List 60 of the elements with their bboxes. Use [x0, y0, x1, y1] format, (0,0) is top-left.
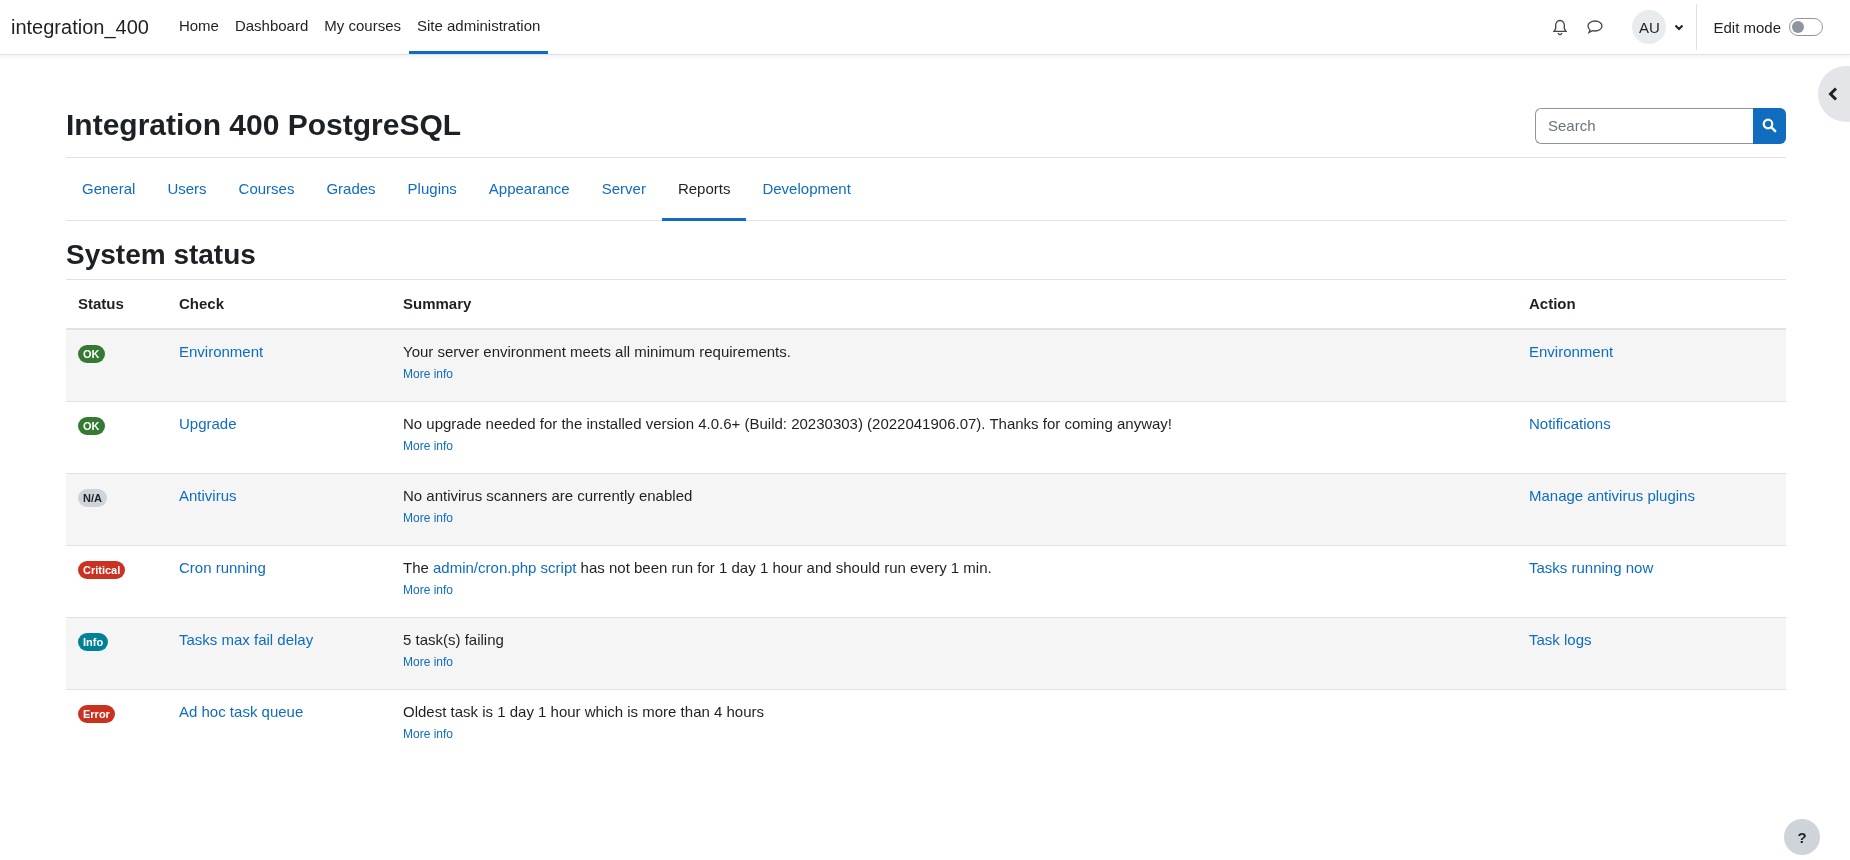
- nav-link[interactable]: Dashboard: [226, 0, 317, 54]
- edit-mode-label: Edit mode: [1713, 18, 1781, 36]
- summary-text: The admin/cron.php script has not been run for 1 day 1 hour and should run every 1 min.: [403, 558, 993, 576]
- tab[interactable]: Courses: [222, 158, 311, 221]
- user-avatar[interactable]: AU: [1632, 10, 1667, 44]
- check-link[interactable]: Antivirus: [179, 486, 237, 504]
- tab[interactable]: General: [66, 158, 152, 221]
- tab[interactable]: Grades: [310, 158, 392, 221]
- check-link[interactable]: Cron running: [179, 558, 266, 576]
- chat-bubble-icon[interactable]: [1586, 19, 1605, 35]
- status-badge: Critical: [78, 560, 126, 579]
- tab[interactable]: Server: [585, 158, 662, 221]
- column-header: Status: [66, 279, 167, 329]
- status-badge: Info: [78, 632, 109, 651]
- summary-text: 5 task(s) failing: [403, 630, 505, 648]
- summary-text: Your server environment meets all minimum requirements.: [403, 342, 792, 360]
- status-badge: OK: [78, 416, 105, 435]
- nav-link[interactable]: My courses: [316, 0, 409, 54]
- status-badge: N/A: [78, 488, 107, 507]
- chevron-left-icon: [1828, 87, 1838, 101]
- search-button[interactable]: [1753, 107, 1786, 144]
- status-badge: OK: [78, 344, 105, 363]
- more-info-link[interactable]: More info: [403, 654, 454, 669]
- bell-icon[interactable]: [1552, 18, 1569, 36]
- script-link[interactable]: admin/cron.php script: [433, 558, 577, 576]
- section-heading: System status: [66, 239, 257, 271]
- column-header: Summary: [391, 279, 1517, 329]
- page-title: Integration 400 PostgreSQL: [66, 108, 462, 142]
- column-header: Action: [1517, 279, 1786, 329]
- more-info-link[interactable]: More info: [403, 366, 454, 381]
- tab[interactable]: Development: [746, 158, 867, 221]
- check-link[interactable]: Environment: [179, 342, 264, 360]
- summary-text: No upgrade needed for the installed version 4.0.6+ (Build: 20230303) (2022041906.07). Thanks for coming anyway!: [403, 414, 1173, 432]
- tab[interactable]: Reports: [661, 158, 747, 221]
- action-link[interactable]: Tasks running now: [1529, 558, 1654, 576]
- caret-icon[interactable]: [1674, 23, 1685, 31]
- more-info-link[interactable]: More info: [403, 726, 454, 741]
- more-info-link[interactable]: More info: [403, 438, 454, 453]
- check-link[interactable]: Upgrade: [179, 414, 237, 432]
- search-icon: [1762, 118, 1777, 133]
- tab[interactable]: Plugins: [391, 158, 473, 221]
- status-badge: Error: [78, 704, 115, 723]
- nav-link[interactable]: Site administration: [409, 0, 549, 54]
- tab[interactable]: Users: [151, 158, 223, 221]
- more-info-link[interactable]: More info: [403, 510, 454, 525]
- column-header: Check: [167, 279, 391, 329]
- site-name[interactable]: integration_400: [11, 15, 149, 39]
- summary-text: No antivirus scanners are currently enabled: [403, 486, 694, 504]
- check-link[interactable]: Tasks max fail delay: [179, 630, 314, 648]
- more-info-link[interactable]: More info: [403, 582, 454, 597]
- nav-link[interactable]: Home: [170, 0, 227, 54]
- check-link[interactable]: Ad hoc task queue: [179, 702, 304, 720]
- action-link[interactable]: Manage antivirus plugins: [1529, 486, 1695, 504]
- action-link[interactable]: Task logs: [1529, 630, 1592, 648]
- action-link[interactable]: Environment: [1529, 342, 1614, 360]
- summary-text: Oldest task is 1 day 1 hour which is more than 4 hours: [403, 702, 765, 720]
- search-field[interactable]: Search: [1535, 107, 1753, 144]
- action-link[interactable]: Notifications: [1529, 414, 1611, 432]
- tab[interactable]: Appearance: [472, 158, 586, 221]
- help-button[interactable]: ?: [1784, 819, 1820, 855]
